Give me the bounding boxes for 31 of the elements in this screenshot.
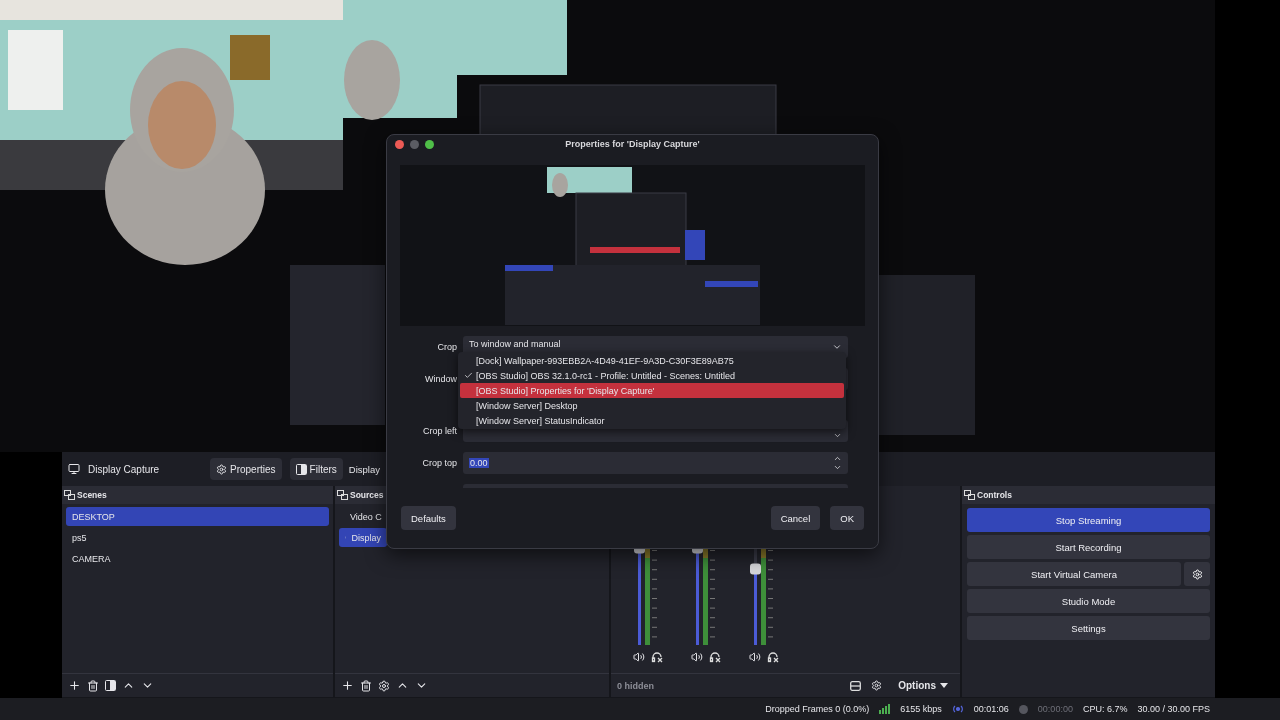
dropped-frames: Dropped Frames 0 (0.0%): [765, 704, 870, 714]
scene-item[interactable]: ps5: [66, 528, 329, 547]
bitrate: 6155 kbps: [900, 704, 942, 714]
scene-item[interactable]: CAMERA: [66, 549, 329, 568]
stream-time: 00:01:06: [973, 704, 1009, 714]
scene-item[interactable]: DESKTOP: [66, 507, 329, 526]
control-button[interactable]: Studio Mode: [967, 589, 1210, 613]
cpu-usage: CPU: 6.7%: [1082, 704, 1128, 714]
record-time: 00:00:00: [1037, 704, 1073, 714]
ok-button[interactable]: OK: [830, 506, 864, 530]
toolbar-button[interactable]: Filters: [289, 458, 343, 480]
dock-title: Sources: [350, 490, 384, 500]
frame-rate: 30.00 / 30.00 FPS: [1137, 704, 1210, 714]
defaults-button[interactable]: Defaults: [401, 506, 456, 530]
toolbar-label: Display: [348, 463, 380, 475]
field-value: 0.00: [469, 458, 489, 468]
hidden-count: 0 hidden: [617, 680, 654, 691]
dock-title: Scenes: [77, 490, 107, 500]
control-button[interactable]: Settings: [967, 616, 1210, 640]
options-button[interactable]: Options: [892, 679, 954, 692]
control-button[interactable]: Start Recording: [967, 535, 1210, 559]
source-item[interactable]: Display: [339, 528, 387, 547]
source-item[interactable]: Video C: [339, 507, 387, 526]
toolbar-button[interactable]: Properties: [210, 458, 282, 480]
control-button[interactable]: Stop Streaming: [967, 508, 1210, 532]
number-field[interactable]: 0.00: [463, 452, 848, 474]
dock-title: Controls: [977, 490, 1012, 500]
source-name: Display Capture: [88, 463, 161, 475]
field-label: Crop top: [421, 458, 457, 468]
cancel-button[interactable]: Cancel: [770, 506, 821, 530]
control-button[interactable]: Start Virtual Camera: [967, 562, 1181, 586]
